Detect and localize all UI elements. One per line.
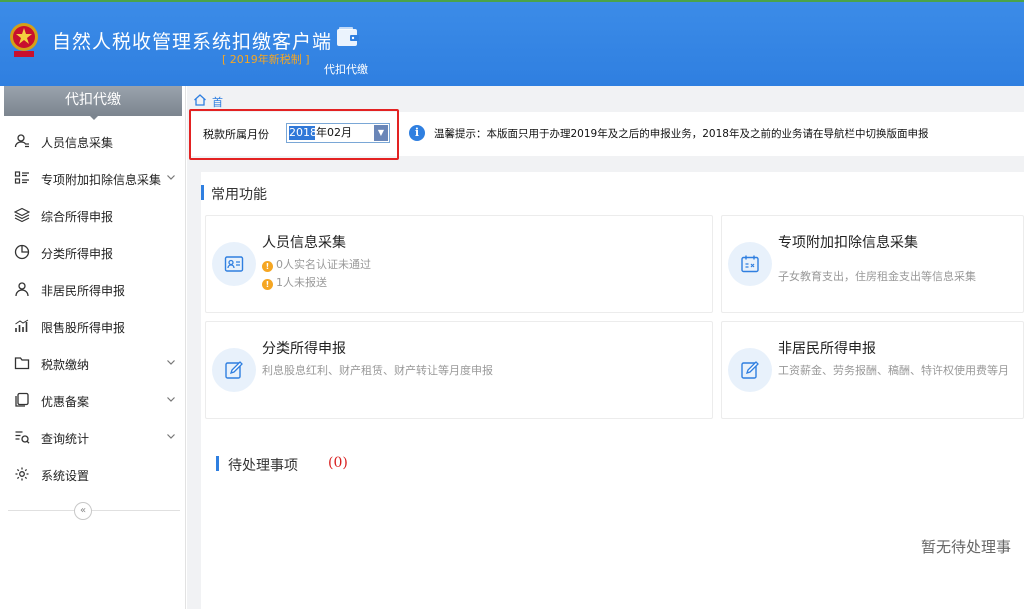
card-icon-circle (728, 242, 772, 286)
sidebar-heading-label: 代扣代缴 (65, 92, 121, 108)
app-title: 自然人税收管理系统扣缴客户端 (52, 31, 333, 53)
list-icon (14, 171, 29, 184)
section-accent-bar (216, 456, 219, 471)
card-warning-line: ! 0人实名认证未通过 (262, 256, 371, 272)
sidebar-item-special-deduction[interactable]: 专项附加扣除信息采集 (0, 160, 186, 197)
sidebar-item-label: 查询统计 (41, 432, 90, 446)
highlight-annotation-box (189, 109, 399, 160)
card-line-text: 1人未报送 (276, 276, 327, 289)
section-title: 常用功能 (211, 187, 267, 203)
card-warning-line: ! 1人未报送 (262, 274, 327, 290)
home-icon[interactable] (193, 93, 207, 107)
sidebar-item-label: 分类所得申报 (41, 247, 114, 261)
pending-empty-message: 暂无待处理事 (921, 538, 1012, 556)
sidebar-item-label: 专项附加扣除信息采集 (41, 173, 162, 187)
card-line-text: 0人实名认证未通过 (276, 258, 371, 271)
sidebar-item-query-statistics[interactable]: 查询统计 (0, 419, 186, 456)
sidebar-item-label: 税款缴纳 (41, 358, 90, 372)
chevron-down-icon (167, 434, 175, 439)
sidebar-heading-pointer (88, 114, 100, 120)
section-accent-bar (201, 185, 204, 200)
sidebar-item-label: 非居民所得申报 (41, 284, 126, 298)
search-list-icon (15, 431, 30, 444)
copy-icon (15, 392, 29, 407)
pending-count: (0) (328, 455, 348, 471)
sidebar-item-label: 综合所得申报 (41, 210, 114, 224)
chevron-down-icon (167, 397, 175, 402)
national-emblem-icon (10, 23, 38, 57)
folder-icon (14, 357, 30, 370)
wallet-icon[interactable] (336, 26, 360, 48)
tip-text: 温馨提示：本版面只用于办理2019年及之后的申报业务，2018年及之前的业务请在… (434, 128, 929, 140)
app-header: 自然人税收管理系统扣缴客户端 [ 2019年新税制 ] 代扣代缴 (0, 0, 1024, 86)
card-title: 非居民所得申报 (778, 341, 876, 357)
sidebar-item-tax-payment[interactable]: 税款缴纳 (0, 345, 186, 382)
sidebar-item-personnel-info[interactable]: 人员信息采集 (0, 123, 186, 160)
warning-icon: ! (262, 279, 273, 290)
main-content: 首页 税款所属月份 2018 年02月 ▼ i 温馨提示：本版面只用于办理201… (187, 86, 1024, 609)
chevron-down-icon (167, 360, 175, 365)
card-personnel-info[interactable]: 人员信息采集 ! 0人实名认证未通过 ! 1人未报送 (205, 215, 713, 313)
sidebar-item-nonresident-income[interactable]: 非居民所得申报 (0, 271, 186, 308)
card-special-deduction[interactable]: 专项附加扣除信息采集 子女教育支出，住房租金支出等信息采集 (721, 215, 1024, 313)
sidebar-item-label: 系统设置 (41, 469, 90, 483)
sidebar-collapse-button[interactable]: « (74, 502, 92, 520)
card-title: 分类所得申报 (262, 341, 346, 357)
sidebar-item-restricted-stock[interactable]: 限售股所得申报 (0, 308, 186, 345)
sidebar-menu: 人员信息采集 专项附加扣除信息采集 综合所得申报 分类所得申报 非居民所得申报 … (0, 123, 186, 493)
layers-icon (14, 207, 30, 223)
card-line-text: 利息股息红利、财产租赁、财产转让等月度申报 (262, 364, 493, 377)
pie-icon (14, 244, 30, 260)
sidebar-item-label: 优惠备案 (41, 395, 90, 409)
header-top-line (0, 0, 1024, 2)
person-card-icon (14, 134, 29, 148)
card-title: 专项附加扣除信息采集 (778, 235, 918, 251)
module-tab-withholding[interactable]: 代扣代缴 (324, 61, 368, 77)
card-icon-circle (728, 348, 772, 392)
sidebar: 代扣代缴 人员信息采集 专项附加扣除信息采集 综合所得申报 分类所得申报 非居民… (0, 86, 186, 609)
gear-icon (15, 467, 29, 481)
calendar-tax-icon (741, 255, 759, 273)
sidebar-heading: 代扣代缴 (4, 86, 182, 120)
sidebar-item-preferential-filing[interactable]: 优惠备案 (0, 382, 186, 419)
card-classified-income[interactable]: 分类所得申报 利息股息红利、财产租赁、财产转让等月度申报 (205, 321, 713, 419)
sidebar-divider (8, 510, 180, 511)
pending-items-panel: 待处理事项 (0) 暂无待处理事 (201, 443, 1024, 609)
sidebar-item-label: 限售股所得申报 (41, 321, 126, 335)
sidebar-item-classified-income[interactable]: 分类所得申报 (0, 234, 186, 271)
pending-title: 待处理事项 (228, 458, 298, 474)
card-line-text: 工资薪金、劳务报酬、稿酬、特许权使用费等月 (778, 364, 1009, 377)
chevron-down-icon (167, 175, 175, 180)
sidebar-item-system-settings[interactable]: 系统设置 (0, 456, 186, 493)
bar-chart-icon (15, 319, 29, 332)
app-subtitle: [ 2019年新税制 ] (222, 53, 310, 66)
info-icon: i (409, 125, 425, 141)
sidebar-item-label: 人员信息采集 (41, 136, 114, 150)
card-icon-circle (212, 348, 256, 392)
card-nonresident-income[interactable]: 非居民所得申报 工资薪金、劳务报酬、稿酬、特许权使用费等月 (721, 321, 1024, 419)
id-card-icon (224, 256, 244, 272)
card-title: 人员信息采集 (262, 235, 346, 251)
edit-icon (741, 361, 759, 379)
warning-icon: ! (262, 261, 273, 272)
edit-icon (225, 361, 243, 379)
sidebar-item-comprehensive-income[interactable]: 综合所得申报 (0, 197, 186, 234)
card-line-text: 子女教育支出，住房租金支出等信息采集 (778, 270, 976, 283)
card-icon-circle (212, 242, 256, 286)
person-icon (15, 282, 29, 297)
